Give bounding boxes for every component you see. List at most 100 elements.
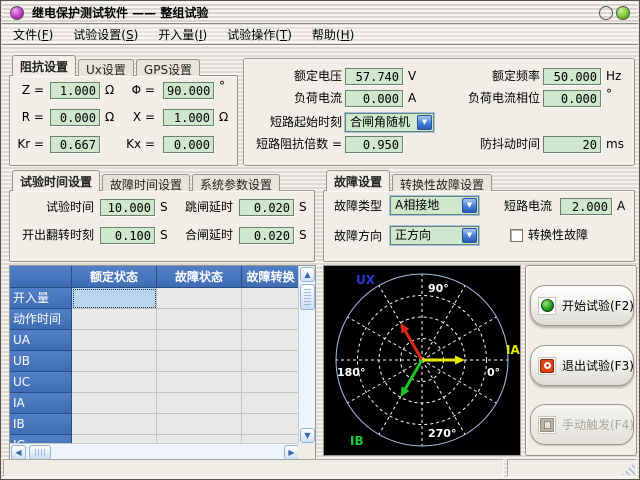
short-current-unit: A [617,198,625,215]
tab-test-time-settings[interactable]: 试验时间设置 [12,170,100,191]
table-row: 开入量 [10,288,299,309]
minimize-button[interactable] [599,6,613,20]
chevron-down-icon[interactable]: ▼ [462,198,477,213]
row-header-uc[interactable]: UC [10,372,72,393]
anti-shake-input[interactable] [543,136,601,153]
trip-delay-input[interactable] [239,199,294,216]
z-unit: Ω [105,82,114,99]
tab-fault-settings[interactable]: 故障设置 [326,170,390,191]
col-header-rated-state[interactable]: 额定状态 [72,266,157,288]
col-header-fault-state[interactable]: 故障状态 [157,266,242,288]
manual-trigger-button[interactable]: 手动触发(F4) [530,404,634,445]
table-cell[interactable] [72,351,157,372]
menu-binary-input[interactable]: 开入量(I) [151,24,214,45]
scroll-up-icon[interactable]: ▲ [300,267,315,282]
row-header-binary-input[interactable]: 开入量 [10,288,72,309]
table-cell[interactable] [242,330,299,351]
r-label: R = [12,109,44,126]
source-panel: 额定电压 V 额定频率 Hz 负荷电流 A 负荷电流相位 ° 短路起始时刻 合闸… [243,58,635,166]
table-cell[interactable] [157,414,242,435]
kr-input[interactable] [50,136,100,153]
tab-convertible-fault-settings[interactable]: 转换性故障设置 [392,174,492,191]
tab-gps-settings[interactable]: GPS设置 [136,59,200,76]
rated-frequency-input[interactable] [543,68,601,85]
table-cell[interactable] [72,393,157,414]
vertical-scrollbar[interactable]: ▲ ▼ [298,266,315,444]
table-cell[interactable] [242,351,299,372]
table-cell[interactable] [242,309,299,330]
rated-voltage-label: 额定电压 [246,68,342,85]
row-header-action-time[interactable]: 动作时间 [10,309,72,330]
tab-fault-time-settings[interactable]: 故障时间设置 [102,174,190,191]
col-header-fault-transfer[interactable]: 故障转换 [242,266,299,288]
scroll-right-icon[interactable]: ▶ [284,445,299,460]
svg-text:0°: 0° [487,366,500,379]
scroll-down-icon[interactable]: ▼ [300,428,315,443]
row-header-ua[interactable]: UA [10,330,72,351]
table-cell[interactable] [157,393,242,414]
convertible-fault-checkbox[interactable] [510,229,523,242]
row-header-ub[interactable]: UB [10,351,72,372]
phi-label: Φ = [115,82,155,99]
chevron-down-icon[interactable]: ▼ [417,115,432,130]
short-current-input[interactable] [560,198,612,215]
row-header-ia[interactable]: IA [10,393,72,414]
table-cell[interactable] [72,309,157,330]
menu-test-settings[interactable]: 试验设置(S) [66,24,145,45]
table-cell[interactable] [72,330,157,351]
table-cell[interactable] [242,393,299,414]
close-button[interactable] [616,6,630,20]
horizontal-scrollbar[interactable]: ◀ ▶ [10,443,300,460]
table-cell[interactable] [157,288,242,309]
load-current-input[interactable] [345,90,403,107]
output-flip-time-input[interactable] [100,227,155,244]
status-left [3,459,504,477]
table-cell[interactable] [242,414,299,435]
hscroll-thumb[interactable] [29,445,51,460]
manual-trigger-label: 手动触发(F4) [562,416,634,433]
menu-test-operation[interactable]: 试验操作(T) [220,24,299,45]
menu-help[interactable]: 帮助(H) [305,24,361,45]
kr-label: Kr = [12,136,44,153]
menu-file[interactable]: 文件(F) [6,24,60,45]
vscroll-thumb[interactable] [300,284,315,310]
table-cell[interactable] [157,309,242,330]
short-circuit-start-dropdown[interactable]: 合闸角随机 ▼ [345,113,434,132]
test-time-input[interactable] [100,199,155,216]
tab-impedance-settings[interactable]: 阻抗设置 [12,55,76,76]
z-input[interactable] [50,82,100,99]
table-cell[interactable] [72,372,157,393]
load-current-label: 负荷电流 [246,90,342,107]
kx-input[interactable] [163,136,214,153]
fault-direction-dropdown[interactable]: 正方向 ▼ [390,226,479,245]
scroll-left-icon[interactable]: ◀ [11,445,26,460]
row-header-ib[interactable]: IB [10,414,72,435]
start-test-button[interactable]: 开始试验(F2) [530,285,634,326]
tab-ux-settings[interactable]: Ux设置 [78,59,134,76]
table-cell[interactable] [157,351,242,372]
fault-type-label: 故障类型 [334,198,382,215]
chevron-down-icon[interactable]: ▼ [462,228,477,243]
impedance-multiple-input[interactable] [345,136,403,153]
selected-cell[interactable] [72,288,157,309]
trip-delay-unit: S [299,199,307,216]
table-cell[interactable] [72,414,157,435]
trip-delay-label: 跳闸延时 [165,199,233,216]
r-input[interactable] [50,109,100,126]
table-cell[interactable] [242,288,299,309]
table-cell[interactable] [242,372,299,393]
anti-shake-label: 防抖动时间 [434,136,540,153]
tab-system-param-settings[interactable]: 系统参数设置 [192,174,280,191]
load-current-phase-input[interactable] [543,90,601,107]
x-input[interactable] [163,109,214,126]
exit-test-button[interactable]: 退出试验(F3) [530,345,634,386]
scrollbar-corner [298,443,315,460]
table-cell[interactable] [157,330,242,351]
close-delay-input[interactable] [239,227,294,244]
resize-grip[interactable] [622,462,635,475]
rated-voltage-input[interactable] [345,68,403,85]
table-cell[interactable] [157,372,242,393]
svg-text:90°: 90° [428,282,449,295]
fault-type-dropdown[interactable]: A相接地 ▼ [390,196,479,215]
phi-input[interactable] [163,82,214,99]
